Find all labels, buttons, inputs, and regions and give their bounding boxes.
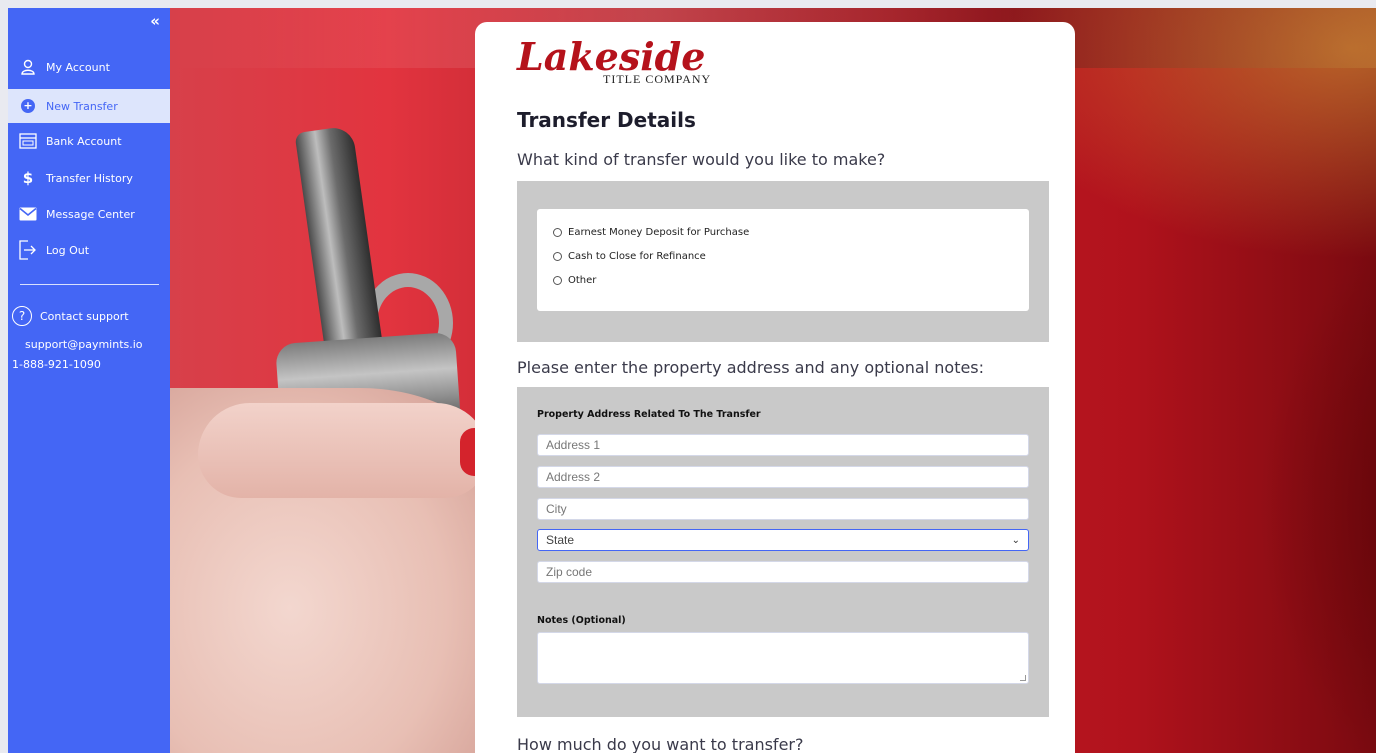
address1-input[interactable]: Address 1 (537, 434, 1029, 456)
state-select[interactable]: State ⌄ (537, 529, 1029, 551)
radio-earnest-money[interactable]: Earnest Money Deposit for Purchase (553, 227, 749, 238)
logout-icon (18, 240, 38, 260)
radio-circle[interactable] (553, 252, 562, 261)
amount-question: How much do you want to transfer? (517, 735, 804, 753)
company-logo: Lakeside TITLE COMPANY (517, 34, 712, 86)
envelope-icon (18, 204, 38, 224)
plus-circle-icon: + (18, 96, 38, 116)
sidebar-item-label: Message Center (46, 207, 135, 221)
user-icon (18, 57, 38, 77)
address-question: Please enter the property address and an… (517, 358, 985, 377)
zip-input[interactable]: Zip code (537, 561, 1029, 583)
resize-handle-icon[interactable] (1020, 675, 1026, 681)
contact-support-label: Contact support (40, 309, 129, 323)
transfer-type-panel: Earnest Money Deposit for Purchase Cash … (517, 181, 1049, 342)
help-icon: ? (12, 306, 32, 326)
notes-textarea[interactable] (537, 632, 1029, 684)
sidebar-item-my-account[interactable]: My Account (8, 50, 170, 84)
dollar-icon: $ (22, 169, 34, 187)
sidebar: « My Account + New Transfer Bank Account… (8, 8, 170, 753)
support-phone[interactable]: 1-888-921-1090 (12, 358, 101, 371)
sidebar-item-new-transfer[interactable]: + New Transfer (8, 89, 170, 123)
collapse-sidebar-icon[interactable]: « (150, 12, 160, 30)
support-email[interactable]: support@paymints.io (25, 338, 143, 351)
contact-support[interactable]: ? Contact support (12, 306, 129, 326)
radio-other[interactable]: Other (553, 275, 596, 286)
app-frame: « My Account + New Transfer Bank Account… (8, 8, 1376, 753)
bank-icon (18, 131, 38, 151)
sidebar-item-label: Bank Account (46, 134, 122, 148)
sidebar-item-label: Transfer History (46, 171, 133, 185)
sidebar-item-bank-account[interactable]: Bank Account (8, 124, 170, 158)
notes-label: Notes (Optional) (537, 615, 626, 626)
transfer-type-options: Earnest Money Deposit for Purchase Cash … (537, 209, 1029, 311)
address2-input[interactable]: Address 2 (537, 466, 1029, 488)
radio-circle[interactable] (553, 228, 562, 237)
transfer-card: Lakeside TITLE COMPANY Transfer Details … (475, 22, 1075, 753)
address-label: Property Address Related To The Transfer (537, 409, 761, 420)
sidebar-item-message-center[interactable]: Message Center (8, 197, 170, 231)
city-input[interactable]: City (537, 498, 1029, 520)
sidebar-divider (20, 284, 159, 285)
sidebar-item-label: My Account (46, 60, 110, 74)
radio-cash-to-close[interactable]: Cash to Close for Refinance (553, 251, 706, 262)
transfer-type-question: What kind of transfer would you like to … (517, 150, 886, 169)
radio-circle[interactable] (553, 276, 562, 285)
chevron-down-icon: ⌄ (1011, 534, 1020, 546)
sidebar-item-log-out[interactable]: Log Out (8, 233, 170, 267)
sidebar-item-label: Log Out (46, 243, 90, 257)
sidebar-item-label: New Transfer (46, 99, 118, 113)
address-panel: Property Address Related To The Transfer… (517, 387, 1049, 717)
sidebar-item-transfer-history[interactable]: $ Transfer History (8, 161, 170, 195)
page-title: Transfer Details (517, 108, 696, 132)
